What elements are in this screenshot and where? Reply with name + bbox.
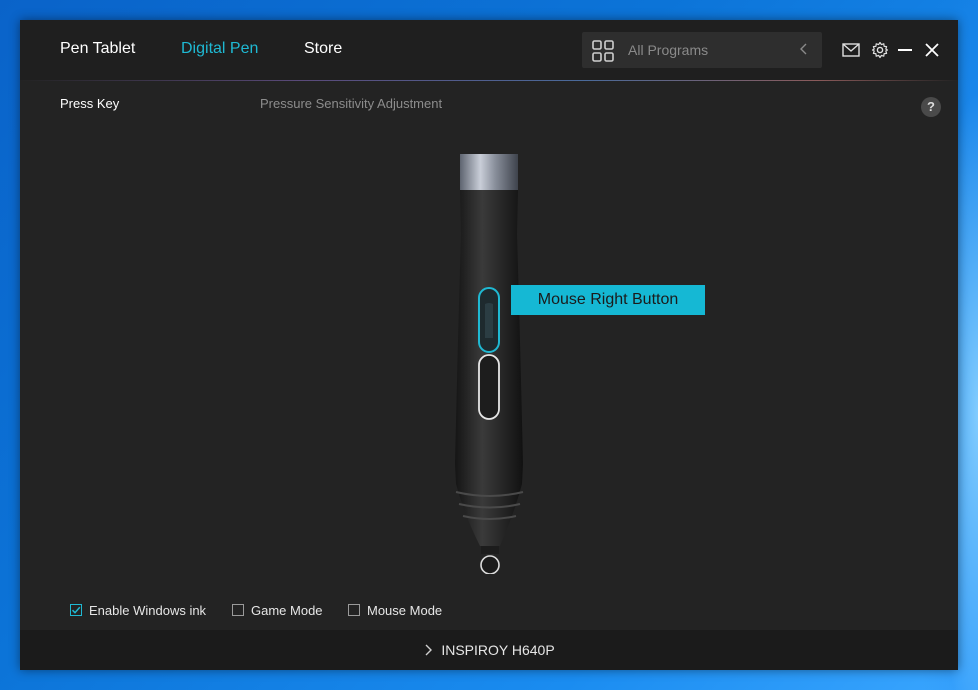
title-bar: Pen Tablet Digital Pen Store All Program… bbox=[20, 20, 958, 80]
chevron-right-icon bbox=[425, 644, 433, 656]
pen-nib-marker[interactable] bbox=[480, 555, 500, 574]
checkbox-box[interactable] bbox=[70, 604, 82, 616]
digital-pen-illustration bbox=[455, 154, 524, 574]
program-selector-label: All Programs bbox=[628, 42, 709, 58]
help-button[interactable]: ? bbox=[921, 97, 941, 117]
app-window: Pen Tablet Digital Pen Store All Program… bbox=[20, 20, 958, 670]
tab-store[interactable]: Store bbox=[304, 40, 342, 58]
mouse-mode-label: Mouse Mode bbox=[367, 602, 443, 618]
settings-button[interactable] bbox=[868, 38, 892, 62]
checkbox-box[interactable] bbox=[232, 604, 244, 616]
subtab-press-key[interactable]: Press Key bbox=[60, 96, 119, 111]
pen-button-action-label[interactable]: Mouse Right Button bbox=[511, 285, 705, 315]
chevron-left-icon[interactable] bbox=[798, 41, 810, 57]
subtab-pressure-sensitivity[interactable]: Pressure Sensitivity Adjustment bbox=[260, 96, 442, 111]
tab-pen-tablet[interactable]: Pen Tablet bbox=[60, 40, 135, 58]
game-mode-checkbox[interactable]: Game Mode bbox=[232, 601, 323, 619]
gear-icon bbox=[871, 41, 889, 59]
minimize-icon bbox=[898, 49, 912, 51]
enable-windows-ink-checkbox[interactable]: Enable Windows ink bbox=[70, 601, 206, 619]
program-selector[interactable]: All Programs bbox=[582, 32, 822, 68]
close-button[interactable] bbox=[920, 38, 944, 62]
mail-icon bbox=[842, 43, 860, 57]
mail-button[interactable] bbox=[839, 38, 863, 62]
checkbox-box[interactable] bbox=[348, 604, 360, 616]
title-divider bbox=[20, 80, 958, 81]
minimize-button[interactable] bbox=[893, 38, 917, 62]
pen-lower-button[interactable] bbox=[478, 354, 500, 420]
enable-windows-ink-label: Enable Windows ink bbox=[89, 602, 207, 618]
game-mode-label: Game Mode bbox=[251, 602, 323, 618]
mouse-mode-checkbox[interactable]: Mouse Mode bbox=[348, 601, 442, 619]
grid-icon bbox=[592, 40, 614, 62]
device-selector[interactable]: INSPIROY H640P bbox=[20, 630, 958, 670]
close-icon bbox=[925, 43, 939, 57]
device-name: INSPIROY H640P bbox=[441, 642, 555, 658]
tab-digital-pen[interactable]: Digital Pen bbox=[181, 40, 258, 58]
checkmark-icon bbox=[71, 606, 81, 614]
